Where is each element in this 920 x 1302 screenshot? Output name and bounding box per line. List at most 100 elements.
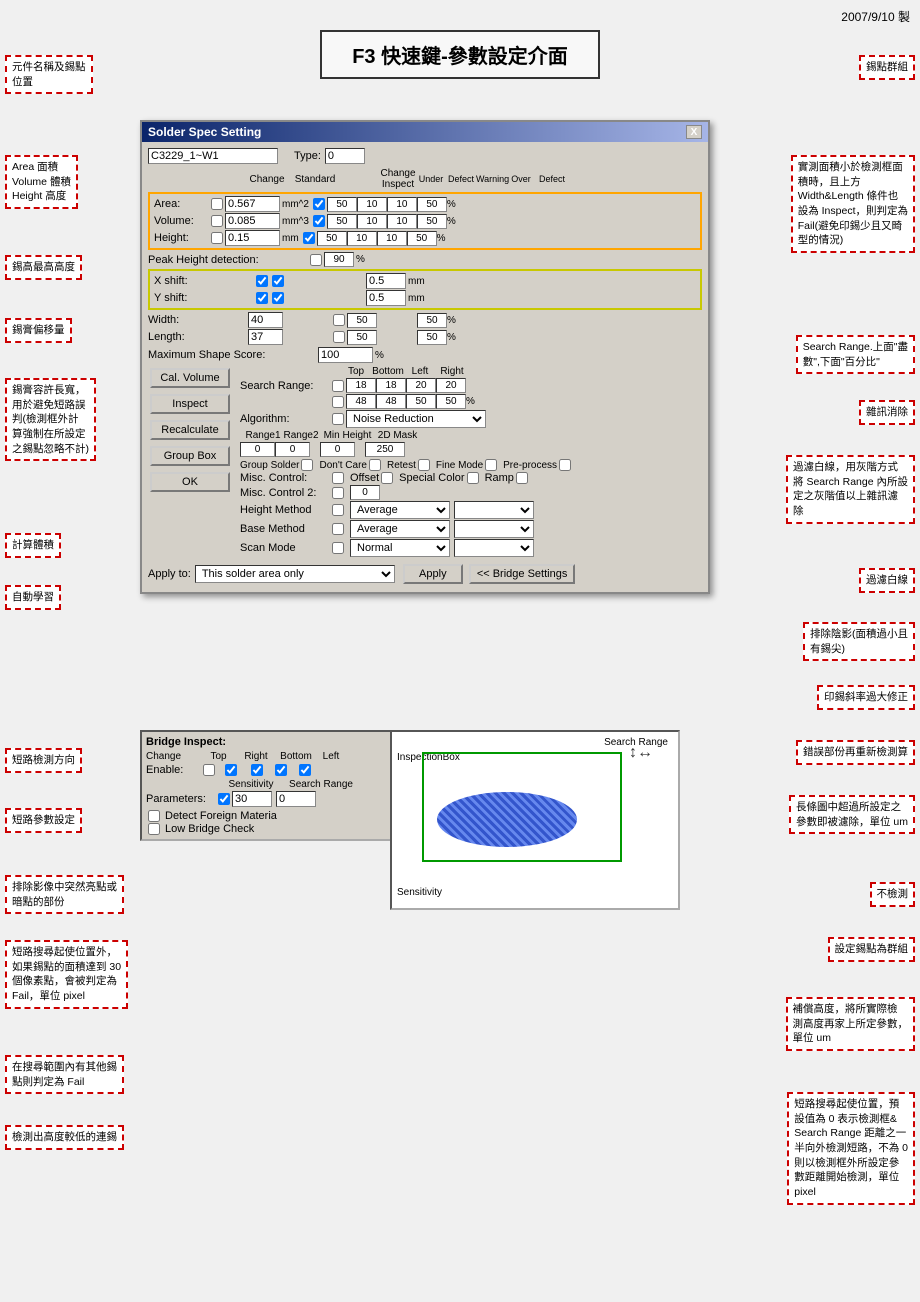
ann-histogram: 長條圖中超過所設定之參數即被濾除，單位 um — [789, 795, 915, 834]
dialog-close-button[interactable]: X — [686, 125, 702, 139]
search2-top-input[interactable] — [346, 394, 376, 409]
peak-height-label: Peak Height detection: — [148, 254, 308, 266]
detect-foreign-check[interactable] — [148, 810, 160, 822]
apply-dropdown[interactable]: This solder area only — [195, 565, 395, 583]
scan-mode-select2[interactable] — [454, 539, 534, 557]
search-range2-check[interactable] — [332, 396, 344, 408]
retest-check[interactable] — [418, 459, 430, 471]
height-change-check[interactable] — [211, 232, 223, 244]
y-shift-change-check[interactable] — [256, 292, 268, 304]
bridge-enable-check[interactable] — [203, 764, 215, 776]
width-inspect-check[interactable] — [333, 314, 345, 326]
volume-inspect-check[interactable] — [313, 215, 325, 227]
x-shift-change-check[interactable] — [256, 275, 268, 287]
cal-volume-button[interactable]: Cal. Volume — [150, 368, 230, 388]
height-over-input[interactable] — [407, 231, 437, 246]
height-standard-input[interactable] — [225, 230, 280, 246]
search2-right-input[interactable] — [436, 394, 466, 409]
x-shift-input[interactable] — [366, 273, 406, 289]
x-shift-inspect-check[interactable] — [272, 275, 284, 287]
scan-mode-select[interactable]: Normal — [350, 539, 450, 557]
offset-check[interactable] — [381, 472, 393, 484]
search2-left-input[interactable] — [406, 394, 436, 409]
volume-standard-input[interactable] — [225, 213, 280, 229]
algorithm-check[interactable] — [332, 413, 344, 425]
height-method-check[interactable] — [332, 504, 344, 516]
height-warn2-input[interactable] — [377, 231, 407, 246]
peak-height-check[interactable] — [310, 254, 322, 266]
search-range-check[interactable] — [332, 380, 344, 392]
height-warn1-input[interactable] — [347, 231, 377, 246]
area-warn2-input[interactable] — [387, 197, 417, 212]
pre-process-check[interactable] — [559, 459, 571, 471]
base-method-select2[interactable] — [454, 520, 534, 538]
y-shift-input[interactable] — [366, 290, 406, 306]
length-over-input[interactable] — [417, 330, 447, 345]
dont-care-check[interactable] — [369, 459, 381, 471]
bridge-right-check[interactable] — [251, 764, 263, 776]
volume-unit: mm^3 — [282, 216, 309, 227]
length-inspect-check[interactable] — [333, 331, 345, 343]
base-method-check[interactable] — [332, 523, 344, 535]
area-standard-input[interactable] — [225, 196, 280, 212]
component-name-input[interactable] — [148, 148, 278, 164]
search2-bottom-input[interactable] — [376, 394, 406, 409]
area-pct: % — [447, 199, 456, 210]
type-label: Type: — [294, 150, 321, 162]
algorithm-select[interactable]: Noise Reduction — [346, 410, 486, 428]
height-method-select[interactable]: Average — [350, 501, 450, 519]
length-input[interactable] — [248, 329, 283, 345]
group-box-button[interactable]: Group Box — [150, 446, 230, 466]
fine-mode-check[interactable] — [485, 459, 497, 471]
peak-height-input[interactable] — [324, 252, 354, 267]
recalculate-button[interactable]: Recalculate — [150, 420, 230, 440]
apply-button[interactable]: Apply — [403, 564, 463, 584]
width-over-input[interactable] — [417, 313, 447, 328]
search-left-input[interactable] — [406, 378, 436, 393]
search-bottom-input[interactable] — [376, 378, 406, 393]
area-over-input[interactable] — [417, 197, 447, 212]
volume-defect-input[interactable] — [327, 214, 357, 229]
misc-control2-check[interactable] — [332, 487, 344, 499]
area-change-check[interactable] — [211, 198, 223, 210]
area-defect-input[interactable] — [327, 197, 357, 212]
special-color-check[interactable] — [467, 472, 479, 484]
2dmask-input[interactable] — [365, 442, 405, 457]
search-top-input[interactable] — [346, 378, 376, 393]
misc-control-check[interactable] — [332, 472, 344, 484]
volume-change-check[interactable] — [211, 215, 223, 227]
search-right-input[interactable] — [436, 378, 466, 393]
bridge-search-range-input[interactable] — [276, 791, 316, 807]
ramp-check[interactable] — [516, 472, 528, 484]
width-input[interactable] — [248, 312, 283, 328]
base-method-select[interactable]: Average — [350, 520, 450, 538]
bridge-settings-button[interactable]: << Bridge Settings — [469, 564, 576, 584]
type-input[interactable] — [325, 148, 365, 164]
range1-input[interactable] — [240, 442, 275, 457]
bridge-params-check[interactable] — [218, 793, 230, 805]
bridge-sensitivity-input[interactable] — [232, 791, 272, 807]
area-warn1-input[interactable] — [357, 197, 387, 212]
max-shape-input[interactable] — [318, 347, 373, 363]
ok-button[interactable]: OK — [150, 472, 230, 492]
area-inspect-check[interactable] — [313, 198, 325, 210]
group-solder-check[interactable] — [301, 459, 313, 471]
height-inspect-check[interactable] — [303, 232, 315, 244]
range2-input[interactable] — [275, 442, 310, 457]
bridge-top-check[interactable] — [225, 764, 237, 776]
bridge-left-check[interactable] — [299, 764, 311, 776]
volume-warn2-input[interactable] — [387, 214, 417, 229]
inspect-button[interactable]: Inspect — [150, 394, 230, 414]
length-defect-input[interactable] — [347, 330, 377, 345]
scan-mode-check[interactable] — [332, 542, 344, 554]
volume-over-input[interactable] — [417, 214, 447, 229]
min-height-input[interactable] — [320, 442, 355, 457]
bridge-bottom-check[interactable] — [275, 764, 287, 776]
y-shift-inspect-check[interactable] — [272, 292, 284, 304]
low-bridge-check[interactable] — [148, 823, 160, 835]
height-method-select2[interactable] — [454, 501, 534, 519]
misc-control2-input[interactable] — [350, 485, 380, 500]
width-defect-input[interactable] — [347, 313, 377, 328]
volume-warn1-input[interactable] — [357, 214, 387, 229]
height-defect-input[interactable] — [317, 231, 347, 246]
